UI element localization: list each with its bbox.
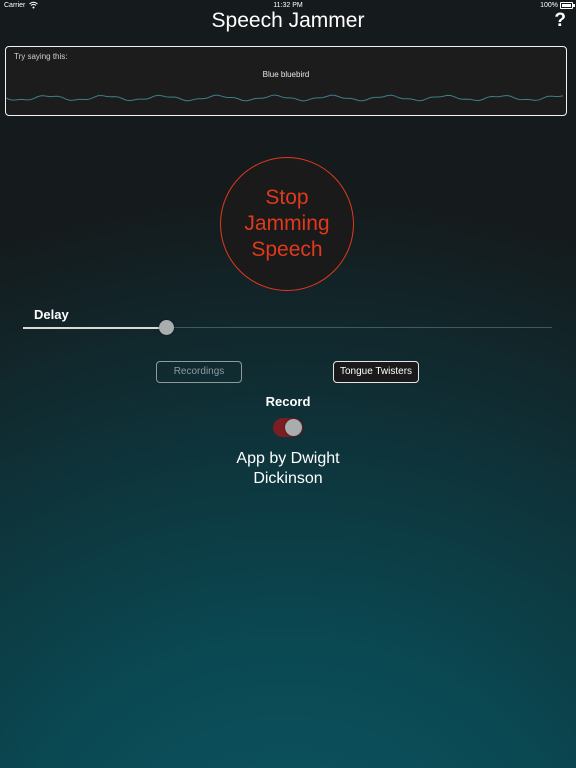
- help-button[interactable]: ?: [554, 10, 566, 32]
- recordings-button[interactable]: Recordings: [156, 361, 242, 383]
- delay-slider[interactable]: [23, 318, 552, 338]
- prompt-text: Blue bluebird: [262, 70, 310, 79]
- page-title: Speech Jammer: [211, 9, 365, 32]
- stop-jamming-label: Stop Jamming Speech: [244, 186, 330, 261]
- record-label: Record: [265, 394, 311, 409]
- battery-percent: 100%: [540, 2, 558, 9]
- prompt-box: Try saying this: Blue bluebird: [5, 46, 567, 116]
- stop-jamming-button[interactable]: Stop Jamming Speech: [220, 157, 354, 291]
- audio-waveform: [6, 94, 564, 102]
- delay-slider-thumb[interactable]: [158, 320, 174, 335]
- tongue-twisters-button[interactable]: Tongue Twisters: [333, 361, 419, 383]
- status-time: 11:32 PM: [273, 2, 303, 9]
- prompt-label: Try saying this:: [14, 52, 68, 61]
- battery-icon: [560, 2, 575, 9]
- record-toggle-knob: [285, 419, 302, 436]
- record-toggle[interactable]: [273, 418, 303, 437]
- delay-slider-fill: [23, 327, 166, 329]
- app-credit: App by Dwight Dickinson: [236, 450, 340, 487]
